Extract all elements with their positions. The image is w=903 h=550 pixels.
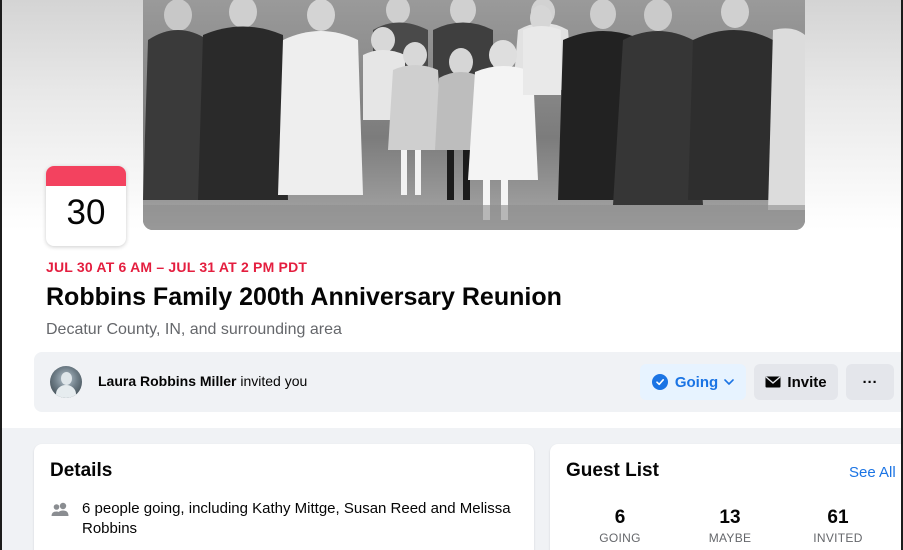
check-circle-icon: [651, 374, 668, 390]
people-icon: [50, 502, 70, 523]
avatar-head: [61, 372, 72, 385]
invited-stat-label: INVITED: [813, 531, 863, 545]
event-page: 30 JUL 30 AT 6 AM – JUL 31 AT 2 PM PDT R…: [0, 0, 903, 550]
calendar-tile-header: [46, 166, 126, 186]
maybe-stat-label: MAYBE: [708, 531, 752, 545]
people-going-summary: 6 people going, including Kathy Mittge, …: [82, 500, 511, 537]
going-stat-label: GOING: [599, 531, 641, 545]
event-title: Robbins Family 200th Anniversary Reunion: [46, 283, 562, 311]
invite-label: Invite: [787, 373, 827, 391]
event-cover-photo[interactable]: [143, 0, 805, 230]
chevron-down-icon: [724, 379, 734, 385]
maybe-stat[interactable]: 13 MAYBE: [675, 507, 785, 546]
calendar-tile: 30: [46, 166, 126, 246]
going-button[interactable]: Going: [640, 364, 746, 400]
maybe-count: 13: [719, 507, 741, 528]
going-label: Going: [674, 373, 719, 391]
inviter-avatar[interactable]: [50, 366, 82, 398]
invite-message: Laura Robbins Miller invited you: [98, 373, 307, 389]
event-location[interactable]: Decatur County, IN, and surrounding area: [46, 321, 342, 339]
inviter-name[interactable]: Laura Robbins Miller: [98, 373, 236, 389]
avatar-body: [56, 385, 76, 398]
event-date-day: 30: [66, 193, 106, 232]
more-dots-icon: ···: [862, 373, 878, 391]
guest-list-title: Guest List: [566, 460, 659, 481]
going-stat[interactable]: 6 GOING: [565, 507, 675, 546]
invited-count: 61: [827, 507, 849, 528]
invite-bar: Laura Robbins Miller invited you Going I…: [34, 352, 901, 412]
more-options-button[interactable]: ···: [846, 364, 894, 400]
details-card: Details 6 people going, including Kathy …: [34, 444, 534, 550]
details-title: Details: [50, 460, 113, 481]
event-datetime: JUL 30 AT 6 AM – JUL 31 AT 2 PM PDT: [46, 259, 308, 275]
invite-button[interactable]: Invite: [754, 364, 838, 400]
cover-photo-image: [143, 0, 805, 230]
guest-list-card: Guest List See All 6 GOING 13 MAYBE 61 I…: [550, 444, 901, 550]
invited-text: invited you: [240, 373, 308, 389]
invited-stat[interactable]: 61 INVITED: [783, 507, 893, 546]
see-all-link[interactable]: See All: [849, 464, 896, 481]
envelope-icon: [765, 376, 781, 388]
going-count: 6: [614, 507, 626, 528]
